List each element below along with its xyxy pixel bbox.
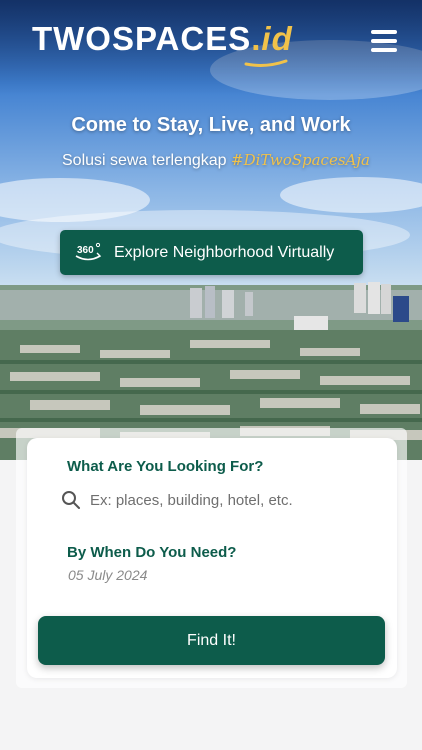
- hero-banner: TWOSPACES.id Come to Stay, Live, and Wor…: [0, 0, 422, 460]
- logo-underline-swoosh: [244, 59, 288, 67]
- explore-neighborhood-button[interactable]: 360 Explore Neighborhood Virtually: [60, 230, 363, 275]
- looking-for-label: What Are You Looking For?: [67, 458, 264, 475]
- date-picker-field[interactable]: 05 July 2024: [68, 567, 147, 583]
- brand-tld: id: [261, 20, 293, 57]
- hero-subtitle: Solusi sewa terlengkap #DiTwoSpacesAja: [62, 151, 370, 170]
- search-icon: [62, 491, 80, 509]
- svg-text:360: 360: [77, 245, 94, 256]
- hamburger-menu-icon[interactable]: [371, 30, 397, 52]
- brand-dot: .: [251, 20, 262, 57]
- find-it-button[interactable]: Find It!: [38, 616, 385, 665]
- hero-subtitle-text: Solusi sewa terlengkap: [62, 152, 227, 169]
- brand-logo[interactable]: TWOSPACES.id: [32, 20, 293, 58]
- hero-hashtag: #DiTwoSpacesAja: [231, 151, 370, 169]
- explore-button-label: Explore Neighborhood Virtually: [114, 243, 335, 261]
- hero-title: Come to Stay, Live, and Work: [71, 114, 351, 136]
- when-label: By When Do You Need?: [67, 544, 237, 561]
- brand-name: TWOSPACES: [32, 20, 252, 57]
- search-input[interactable]: [90, 488, 370, 512]
- 360-view-icon: 360: [75, 242, 102, 260]
